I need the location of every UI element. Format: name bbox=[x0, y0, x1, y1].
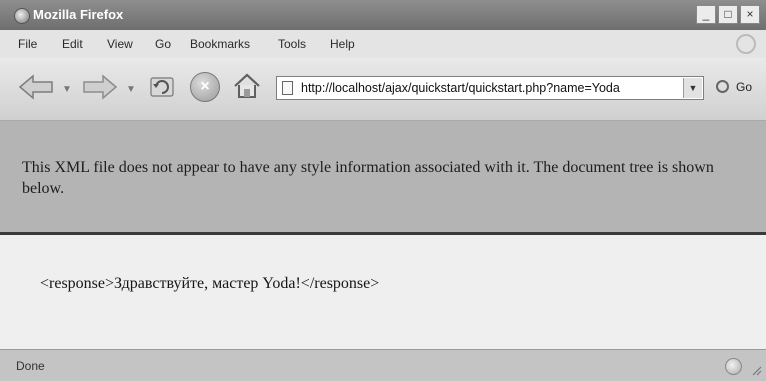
menu-bar: File Edit View Go Bookmarks Tools Help bbox=[0, 30, 766, 59]
close-button[interactable]: × bbox=[740, 5, 760, 24]
stop-button[interactable]: × bbox=[190, 72, 220, 102]
menu-edit[interactable]: Edit bbox=[62, 37, 83, 51]
maximize-button[interactable]: □ bbox=[718, 5, 738, 24]
xml-style-notice: This XML file does not appear to have an… bbox=[0, 121, 766, 235]
go-button[interactable]: Go bbox=[736, 80, 752, 94]
home-button[interactable] bbox=[232, 71, 262, 101]
status-bar: Done bbox=[0, 349, 766, 381]
activity-throbber-icon bbox=[736, 34, 756, 54]
go-icon[interactable] bbox=[716, 80, 729, 93]
menu-file[interactable]: File bbox=[18, 37, 37, 51]
page-icon bbox=[282, 81, 293, 95]
status-indicator-icon bbox=[725, 358, 742, 375]
url-text[interactable]: http://localhost/ajax/quickstart/quickst… bbox=[301, 81, 673, 95]
menu-tools[interactable]: Tools bbox=[278, 37, 306, 51]
minimize-button[interactable]: _ bbox=[696, 5, 716, 24]
firefox-logo-icon bbox=[14, 8, 30, 24]
browser-window: Mozilla Firefox _ □ × File Edit View Go … bbox=[0, 0, 766, 381]
notice-text: This XML file does not appear to have an… bbox=[22, 159, 714, 197]
reload-icon bbox=[150, 77, 174, 97]
back-button[interactable] bbox=[16, 72, 56, 102]
forward-button[interactable] bbox=[80, 72, 120, 102]
address-bar[interactable]: http://localhost/ajax/quickstart/quickst… bbox=[276, 76, 704, 100]
window-title: Mozilla Firefox bbox=[33, 7, 124, 22]
home-icon bbox=[234, 73, 260, 98]
resize-grip-icon[interactable] bbox=[750, 364, 762, 376]
forward-dropdown-icon[interactable]: ▼ bbox=[126, 84, 136, 95]
url-history-dropdown-icon[interactable]: ▼ bbox=[683, 78, 702, 98]
menu-bookmarks[interactable]: Bookmarks bbox=[190, 37, 250, 51]
navigation-toolbar: ▼ ▼ × http://localhost/ajax/quickstart/q… bbox=[0, 58, 766, 121]
menu-help[interactable]: Help bbox=[330, 37, 355, 51]
forward-arrow-icon bbox=[83, 74, 118, 100]
back-arrow-icon bbox=[18, 74, 53, 100]
back-dropdown-icon[interactable]: ▼ bbox=[62, 84, 72, 95]
menu-go[interactable]: Go bbox=[155, 37, 171, 51]
status-text: Done bbox=[16, 359, 45, 373]
reload-button[interactable] bbox=[144, 72, 180, 102]
menu-view[interactable]: View bbox=[107, 37, 133, 51]
xml-response-line: <response>Здравствуйте, мастер Yoda!</re… bbox=[40, 275, 380, 292]
title-bar[interactable]: Mozilla Firefox _ □ × bbox=[0, 0, 766, 30]
stop-icon: × bbox=[200, 78, 210, 95]
window-controls: _ □ × bbox=[696, 5, 760, 24]
page-content: This XML file does not appear to have an… bbox=[0, 121, 766, 349]
